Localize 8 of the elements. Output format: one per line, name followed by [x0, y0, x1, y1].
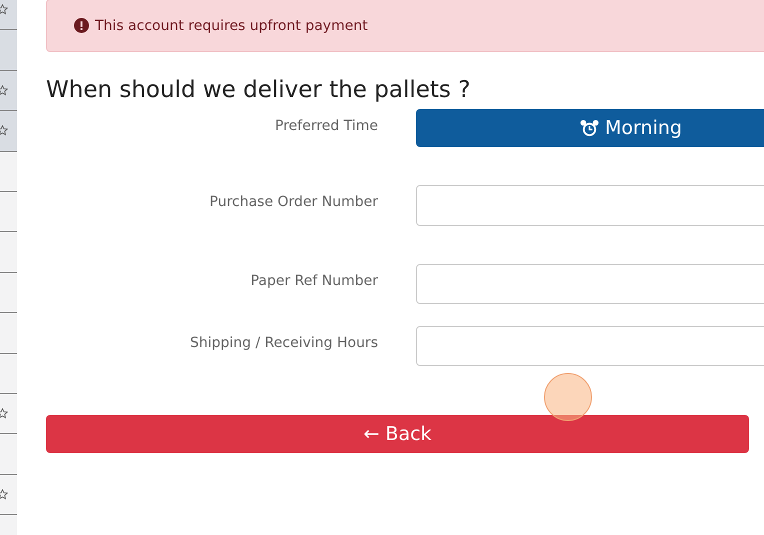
section-heading: When should we deliver the pallets ? — [46, 76, 472, 104]
field-label: Purchase Order Number — [210, 194, 378, 210]
time-button[interactable]: Morning — [416, 109, 764, 147]
field-label: Paper Ref Number — [250, 273, 378, 289]
field-label: Shipping / Receiving Hours — [190, 335, 378, 351]
alert-text: This account requires upfront payment — [95, 18, 368, 34]
back-button[interactable]: ← Back — [46, 415, 749, 453]
field-label: Preferred Time — [275, 118, 378, 134]
